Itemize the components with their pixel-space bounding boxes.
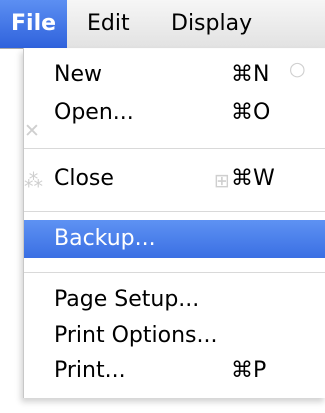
menu-item-label: Backup...	[54, 226, 156, 251]
menu-item-print[interactable]: Print... ⌘P	[24, 353, 325, 389]
menu-item-page-setup[interactable]: Page Setup...	[24, 282, 325, 318]
menu-bar: File Edit Display	[0, 0, 325, 49]
menu-item-backup[interactable]: Backup...	[24, 220, 325, 258]
menu-separator	[24, 272, 325, 273]
menu-item-label: Close	[54, 166, 114, 191]
menu-item-print-options[interactable]: Print Options...	[24, 318, 325, 354]
menu-separator	[24, 148, 325, 149]
menu-item-label: New	[54, 62, 102, 87]
menu-item-open[interactable]: Open... ⌘O	[24, 95, 325, 131]
menu-item-shortcut: ⌘W	[231, 166, 275, 191]
menu-item-label: Open...	[54, 100, 134, 125]
menu-item-new[interactable]: New ⌘N	[24, 57, 325, 93]
menu-item-close[interactable]: Close ⌘W	[24, 161, 325, 197]
menubar-display[interactable]: Display	[160, 0, 263, 48]
menu-item-label: Page Setup...	[54, 287, 200, 312]
menu-item-shortcut: ⌘N	[231, 62, 270, 87]
menu-item-shortcut: ⌘O	[231, 100, 271, 125]
file-menu-dropdown: ○ ✕ ⁂ ⊞ New ⌘N Open... ⌘O Close ⌘W Backu…	[23, 48, 325, 398]
menu-item-label: Print...	[54, 358, 126, 383]
menubar-edit[interactable]: Edit	[76, 0, 141, 48]
menubar-file[interactable]: File	[0, 0, 68, 48]
menu-item-shortcut: ⌘P	[231, 358, 267, 383]
menu-separator	[24, 211, 325, 212]
menu-item-label: Print Options...	[54, 323, 218, 348]
